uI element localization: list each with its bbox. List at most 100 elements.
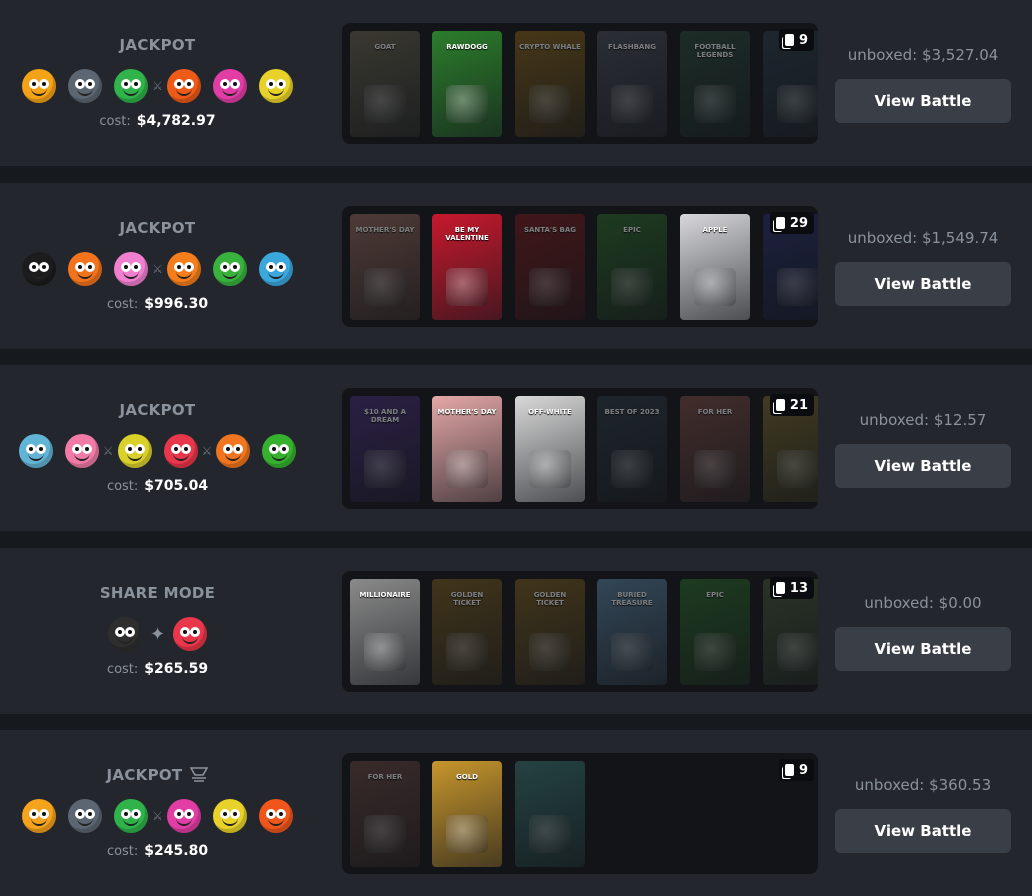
green-monster-avatar[interactable] xyxy=(262,434,297,468)
battle-mode-label: JACKPOT xyxy=(119,36,196,54)
case-card[interactable]: GOLDEN TICKET xyxy=(515,579,585,685)
battle-cost: cost: $705.04 xyxy=(0,478,315,494)
case-card[interactable]: BURIED TREASURE xyxy=(597,579,667,685)
battle-info: JACKPOT ⚔ cost: $245.80 xyxy=(0,730,315,896)
plus-icon: ✦ xyxy=(149,623,166,645)
red-lips-avatar[interactable] xyxy=(173,617,208,651)
case-card[interactable]: FOOTBALL LEGENDS xyxy=(680,31,750,137)
case-card[interactable]: CRYPTO WHALE xyxy=(515,31,585,137)
case-card[interactable]: GOLDEN TICKET xyxy=(432,579,502,685)
case-card[interactable]: OFF-WHITE xyxy=(515,396,585,502)
battle-actions: unboxed: $360.53 View Battle xyxy=(835,730,1011,896)
case-strip[interactable]: MILLIONAIRE GOLDEN TICKET GOLDEN TICKET BUR… xyxy=(342,571,818,692)
gray-creature-avatar[interactable] xyxy=(68,69,103,103)
view-battle-button[interactable]: View Battle xyxy=(835,809,1011,853)
gray-creature-avatar[interactable] xyxy=(68,799,103,833)
cost-label: cost: xyxy=(106,844,139,859)
cost-label: cost: xyxy=(99,114,131,129)
battle-info: JACKPOT ⚔ cost: $4,782.97 xyxy=(0,0,315,166)
pink-blob-avatar[interactable] xyxy=(114,252,149,286)
case-card[interactable]: SANTA'S BAG xyxy=(515,214,585,320)
case-card[interactable]: $10 AND A DREAM xyxy=(350,396,420,502)
case-card[interactable]: GOAT xyxy=(350,31,420,137)
case-strip[interactable]: FOR HER GOLD 9 xyxy=(342,753,818,874)
orange-surprised-avatar[interactable] xyxy=(68,252,103,286)
case-title: GOAT xyxy=(374,43,396,51)
view-battle-button[interactable]: View Battle xyxy=(835,262,1011,306)
versus-icon: ⚔ xyxy=(152,79,163,93)
case-title: MILLIONAIRE xyxy=(359,591,411,599)
case-count-badge: 21 xyxy=(769,394,814,416)
player-avatars: ⚔ xyxy=(0,798,315,834)
battle-info: JACKPOT ⚔ cost: $996.30 xyxy=(0,183,315,349)
case-card[interactable]: BE MY VALENTINE xyxy=(432,214,502,320)
case-title: FOR HER xyxy=(367,773,403,781)
pink-sad-avatar[interactable] xyxy=(64,434,99,468)
case-card[interactable]: FOR HER xyxy=(680,396,750,502)
orange-ball-avatar[interactable] xyxy=(166,252,201,286)
battle-mode: SHARE MODE xyxy=(0,584,315,602)
case-strip[interactable]: MOTHER'S DAY BE MY VALENTINE SANTA'S BAG EP… xyxy=(342,206,818,327)
case-card[interactable]: EPIC xyxy=(680,579,750,685)
case-card[interactable]: MOTHER'S DAY xyxy=(350,214,420,320)
case-stack-icon xyxy=(775,399,785,411)
dark-halo-avatar[interactable] xyxy=(107,617,142,651)
cost-value: $705.04 xyxy=(144,478,209,494)
yellow-grin-avatar[interactable] xyxy=(117,434,152,468)
black-gold-avatar[interactable] xyxy=(22,252,57,286)
case-count: 13 xyxy=(789,580,808,596)
case-count: 9 xyxy=(798,762,808,778)
case-art xyxy=(529,815,571,853)
case-title: GOLD xyxy=(456,773,478,781)
green-grin-avatar[interactable] xyxy=(114,69,149,103)
case-card[interactable]: RAWDOGG xyxy=(432,31,502,137)
case-card[interactable]: MOTHER'S DAY xyxy=(432,396,502,502)
pixel-cyan-avatar[interactable] xyxy=(18,434,53,468)
battle-mode: JACKPOT xyxy=(0,401,315,419)
green-frog-avatar[interactable] xyxy=(212,252,247,286)
blue-bird-avatar[interactable] xyxy=(258,252,293,286)
case-count: 21 xyxy=(789,397,808,413)
case-strip[interactable]: $10 AND A DREAM MOTHER'S DAY OFF-WHITE BEST… xyxy=(342,388,818,509)
pink-eyeball-avatar[interactable] xyxy=(212,69,247,103)
case-card[interactable]: MILLIONAIRE xyxy=(350,579,420,685)
orange-smiley-avatar[interactable] xyxy=(22,69,57,103)
case-art xyxy=(777,633,818,671)
orange-grin-avatar[interactable] xyxy=(216,434,251,468)
case-title: BEST OF 2023 xyxy=(604,408,660,416)
case-art xyxy=(364,268,406,306)
battle-mode-label: JACKPOT xyxy=(106,766,183,784)
green-grin-avatar[interactable] xyxy=(114,799,149,833)
case-stack-icon xyxy=(775,582,785,594)
battle-actions: unboxed: $0.00 View Battle xyxy=(835,548,1011,714)
case-card[interactable]: EPIC xyxy=(597,214,667,320)
view-battle-button[interactable]: View Battle xyxy=(835,444,1011,488)
red-orange-avatar[interactable] xyxy=(258,799,293,833)
case-card[interactable]: FOR HER xyxy=(350,761,420,867)
unboxed-value: unboxed: $3,527.04 xyxy=(847,46,999,64)
case-title: EPIC xyxy=(623,226,641,234)
case-strip[interactable]: GOAT RAWDOGG CRYPTO WHALE FLASHBANG FOOTBALL… xyxy=(342,23,818,144)
case-title: CRYPTO WHALE xyxy=(519,43,581,51)
case-art xyxy=(364,450,406,488)
case-art xyxy=(777,268,818,306)
case-title: APPLE xyxy=(702,226,728,234)
battle-cost: cost: $245.80 xyxy=(0,843,315,859)
battle-info: SHARE MODE ✦ cost: $265.59 xyxy=(0,548,315,714)
orange-white-avatar[interactable] xyxy=(22,799,57,833)
view-battle-button[interactable]: View Battle xyxy=(835,79,1011,123)
cost-value: $4,782.97 xyxy=(136,113,216,129)
orange-blob-avatar[interactable] xyxy=(166,69,201,103)
case-card[interactable]: APPLE xyxy=(680,214,750,320)
pink-eyeball-avatar[interactable] xyxy=(166,799,201,833)
case-card[interactable]: FLASHBANG xyxy=(597,31,667,137)
versus-icon: ⚔ xyxy=(201,444,213,458)
view-battle-button[interactable]: View Battle xyxy=(835,627,1011,671)
case-card[interactable] xyxy=(515,761,585,867)
red-lips-avatar[interactable] xyxy=(163,434,198,468)
unboxed-value: unboxed: $1,549.74 xyxy=(847,229,999,247)
yellow-face-avatar[interactable] xyxy=(212,799,247,833)
yellow-face-avatar[interactable] xyxy=(258,69,293,103)
case-card[interactable]: BEST OF 2023 xyxy=(597,396,667,502)
case-card[interactable]: GOLD xyxy=(432,761,502,867)
